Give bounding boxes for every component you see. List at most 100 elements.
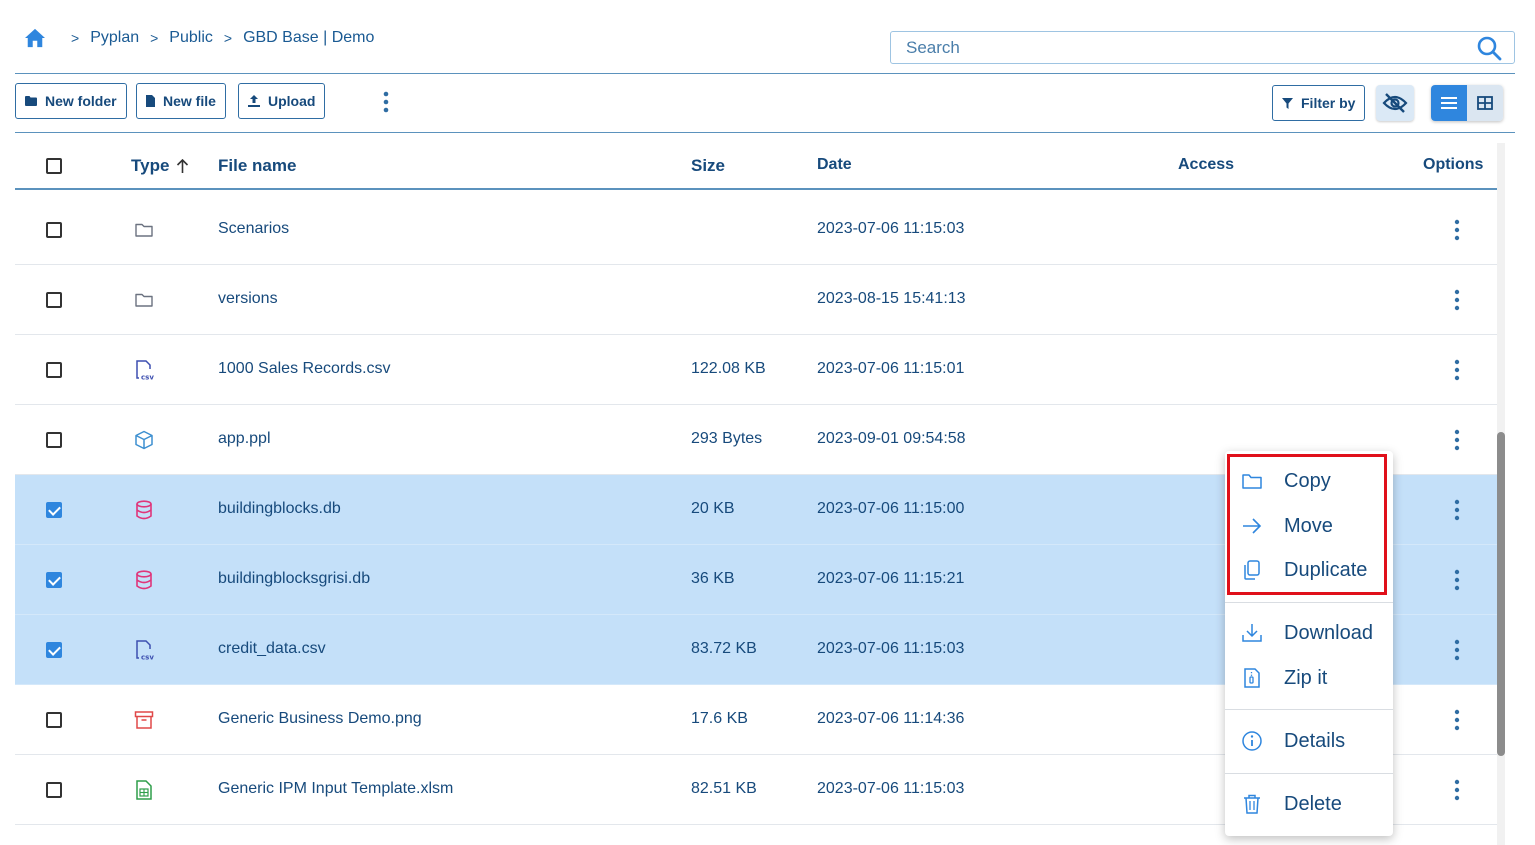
search-icon[interactable] [1476, 35, 1502, 61]
filter-by-button[interactable]: Filter by [1272, 85, 1366, 121]
grid-view-button[interactable] [1467, 85, 1503, 121]
menu-item-zip[interactable]: Zip it [1225, 657, 1393, 699]
folder-icon [133, 219, 155, 241]
row-options-icon[interactable] [1447, 639, 1467, 661]
breadcrumb-separator: > [71, 30, 80, 46]
new-file-label: New file [163, 93, 216, 109]
menu-item-details[interactable]: Details [1225, 720, 1393, 762]
csv-file-icon: csv [133, 359, 155, 382]
breadcrumb-item-current[interactable]: GBD Base | Demo [243, 29, 374, 47]
new-folder-label: New folder [45, 93, 117, 109]
file-size: 20 KB [691, 500, 735, 517]
menu-item-zip-label: Zip it [1284, 666, 1328, 689]
row-options-icon[interactable] [1447, 289, 1467, 311]
table-row[interactable]: Scenarios 2023-07-06 11:15:03 [15, 195, 1498, 265]
row-options-icon[interactable] [1447, 709, 1467, 731]
select-all-checkbox[interactable] [46, 158, 62, 174]
filename-column-header[interactable]: File name [218, 156, 296, 176]
file-size: 83.72 KB [691, 640, 757, 657]
row-options-icon[interactable] [1447, 499, 1467, 521]
file-date: 2023-07-06 11:15:03 [817, 220, 965, 237]
menu-item-delete-label: Delete [1284, 792, 1342, 815]
row-checkbox[interactable] [46, 362, 62, 378]
table-row[interactable]: csv 1000 Sales Records.csv 122.08 KB 2023-0… [15, 335, 1498, 405]
row-checkbox[interactable] [46, 432, 62, 448]
more-options-icon[interactable] [376, 91, 396, 113]
sort-ascending-icon [177, 158, 189, 173]
toolbar: New folder New file Upload Filter by [0, 83, 1535, 121]
zip-file-icon [1244, 668, 1260, 688]
options-column-header: Options [1423, 156, 1484, 173]
list-view-button[interactable] [1431, 85, 1467, 121]
menu-divider [1225, 773, 1393, 774]
breadcrumb-separator: > [150, 30, 159, 46]
grid-icon [1477, 96, 1493, 110]
row-checkbox[interactable] [46, 292, 62, 308]
row-checkbox[interactable] [46, 222, 62, 238]
file-name[interactable]: versions [218, 290, 278, 308]
eye-off-icon [1382, 93, 1408, 113]
row-checkbox[interactable] [46, 782, 62, 798]
menu-divider [1225, 602, 1393, 603]
row-options-icon[interactable] [1447, 569, 1467, 591]
row-checkbox[interactable] [46, 572, 62, 588]
menu-item-delete[interactable]: Delete [1225, 783, 1393, 825]
search-input[interactable] [891, 32, 1476, 63]
row-checkbox[interactable] [46, 502, 62, 518]
file-date: 2023-07-06 11:15:01 [817, 360, 965, 377]
file-date: 2023-07-06 11:15:03 [817, 640, 965, 657]
row-options-icon[interactable] [1447, 779, 1467, 801]
file-name[interactable]: Scenarios [218, 220, 289, 238]
row-checkbox[interactable] [46, 712, 62, 728]
menu-item-details-label: Details [1284, 729, 1346, 752]
row-options-icon[interactable] [1447, 429, 1467, 451]
trash-icon [1244, 794, 1260, 814]
file-size: 122.08 KB [691, 360, 766, 377]
download-icon [1242, 624, 1262, 642]
new-file-button[interactable]: New file [136, 83, 226, 119]
table-row[interactable]: versions 2023-08-15 15:41:13 [15, 265, 1498, 335]
breadcrumb: > Pyplan > Public > GBD Base | Demo [24, 28, 374, 48]
date-column-header[interactable]: Date [817, 156, 852, 174]
menu-item-download-label: Download [1284, 621, 1373, 644]
spreadsheet-icon [133, 779, 155, 801]
filter-icon [1282, 97, 1293, 109]
size-column-header[interactable]: Size [691, 156, 725, 176]
folder-icon [25, 96, 37, 106]
file-size: 82.51 KB [691, 780, 757, 797]
file-date: 2023-07-06 11:14:36 [817, 710, 965, 727]
file-name[interactable]: Generic Business Demo.png [218, 710, 422, 728]
svg-text:csv: csv [141, 374, 154, 382]
row-checkbox[interactable] [46, 642, 62, 658]
row-options-icon[interactable] [1447, 359, 1467, 381]
toggle-hidden-button[interactable] [1376, 85, 1414, 121]
file-name[interactable]: credit_data.csv [218, 640, 326, 658]
type-column-header[interactable]: Type [131, 156, 189, 176]
file-size: 293 Bytes [691, 430, 763, 447]
highlight-box [1227, 454, 1387, 595]
file-name[interactable]: buildingblocksgrisi.db [218, 570, 370, 588]
row-options-icon[interactable] [1447, 219, 1467, 241]
upload-button[interactable]: Upload [238, 83, 326, 119]
new-folder-button[interactable]: New folder [15, 83, 127, 119]
header-divider [15, 73, 1515, 74]
scrollbar-thumb[interactable] [1497, 432, 1505, 756]
breadcrumb-item-public[interactable]: Public [169, 29, 213, 47]
access-column-header: Access [1178, 156, 1235, 173]
file-name[interactable]: app.ppl [218, 430, 271, 448]
file-name[interactable]: 1000 Sales Records.csv [218, 360, 391, 378]
folder-icon [133, 289, 155, 311]
file-name[interactable]: Generic IPM Input Template.xlsm [218, 780, 453, 798]
file-name[interactable]: buildingblocks.db [218, 500, 341, 518]
home-icon[interactable] [24, 28, 46, 48]
svg-text:csv: csv [141, 654, 154, 662]
file-date: 2023-07-06 11:15:21 [817, 570, 965, 587]
info-icon [1242, 731, 1262, 751]
database-icon [133, 499, 155, 521]
menu-item-download[interactable]: Download [1225, 612, 1393, 654]
breadcrumb-item-pyplan[interactable]: Pyplan [90, 29, 139, 47]
toolbar-divider [15, 132, 1515, 133]
list-icon [1441, 97, 1457, 109]
file-date: 2023-07-06 11:15:03 [817, 780, 965, 797]
file-date: 2023-07-06 11:15:00 [817, 500, 965, 517]
